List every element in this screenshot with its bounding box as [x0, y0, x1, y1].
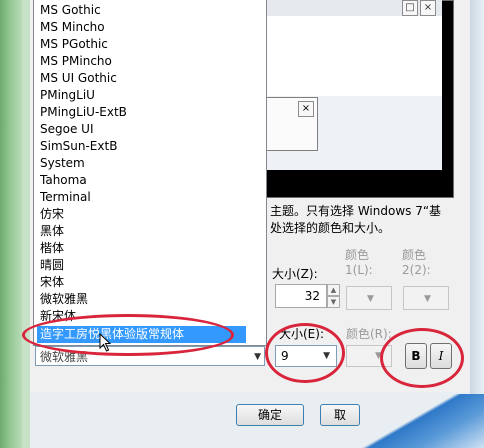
font-option[interactable]: 晴圆 [40, 257, 64, 274]
font-option[interactable]: MS UI Gothic [40, 70, 117, 87]
color1-sublabel: 1(L): [345, 263, 373, 277]
font-option[interactable]: 宋体 [40, 274, 64, 291]
item-size-label: 大小(Z): [272, 267, 318, 281]
font-option[interactable]: 新宋体 [40, 308, 76, 325]
font-option-selected[interactable]: 造字工房悦黑体验版常规体 [37, 326, 246, 343]
color2-sublabel: 2(2): [402, 263, 431, 277]
font-option[interactable]: Segoe UI [40, 121, 93, 138]
font-option[interactable]: 微软雅黑 [40, 291, 88, 308]
preview-window-titlebar: □ × [262, 0, 442, 17]
font-option[interactable]: MS PMincho [40, 53, 112, 70]
cancel-button[interactable]: 取 [320, 404, 360, 426]
mouse-cursor-icon [99, 333, 112, 352]
font-option[interactable]: 楷体 [40, 240, 64, 257]
bold-button[interactable]: B [405, 343, 427, 369]
font-color-label: 颜色(R): [346, 327, 392, 341]
color2-label: 颜色 [402, 248, 427, 262]
font-option[interactable]: Tahoma [40, 172, 87, 189]
font-option[interactable]: MS Gothic [40, 2, 101, 19]
font-option[interactable]: MS Mincho [40, 19, 105, 36]
background-window-edge [0, 0, 22, 448]
font-size-label: 大小(E): [279, 327, 324, 341]
chevron-down-icon: ▼ [424, 294, 431, 304]
description-line-2: 处选择的颜色和大小。 [270, 221, 391, 235]
chevron-down-icon: ▼ [367, 294, 374, 304]
font-size-value: 9 [281, 349, 289, 363]
italic-button[interactable]: I [430, 343, 452, 369]
font-option[interactable]: 仿宋 [40, 206, 64, 223]
font-option[interactable]: PMingLiU-ExtB [40, 104, 127, 121]
item-size-input[interactable]: 32 [275, 284, 327, 308]
font-option[interactable]: MS PGothic [40, 36, 108, 53]
theme-description: 主题。只有选择 Windows 7“基 处选择的颜色和大小。 [270, 203, 460, 237]
font-combobox[interactable]: 微软雅黑 ▼ [35, 346, 265, 366]
item-size-value: 32 [304, 289, 320, 303]
description-line-1: 主题。只有选择 Windows 7“基 [270, 204, 442, 218]
color1-label: 颜色 [345, 248, 370, 262]
taskbar-corner [355, 394, 484, 448]
font-option[interactable]: Terminal [40, 189, 91, 206]
font-combobox-value: 微软雅黑 [40, 350, 89, 364]
chevron-down-icon: ▼ [323, 351, 330, 361]
preview-restore-icon: □ [402, 0, 418, 16]
font-size-select[interactable]: 9 ▼ [275, 345, 337, 367]
dialog-right-frame [470, 0, 484, 448]
item-size-down-icon[interactable]: ▼ [327, 296, 340, 308]
background-window-border [22, 0, 30, 448]
preview-window-body [262, 16, 442, 96]
font-option[interactable]: PMingLiU [40, 87, 95, 104]
font-dropdown-list[interactable]: MS Gothic MS Mincho MS PGothic MS PMinch… [33, 0, 267, 346]
color1-picker[interactable]: ▼ [346, 286, 392, 310]
preview-message-close-icon: × [298, 101, 314, 117]
preview-message-box: × [262, 97, 318, 151]
preview-close-icon: × [420, 0, 436, 16]
chevron-down-icon: ▼ [254, 352, 261, 362]
ok-button[interactable]: 确定 [236, 404, 304, 426]
item-size-up-icon[interactable]: ▲ [327, 284, 340, 296]
color2-picker[interactable]: ▼ [403, 286, 449, 310]
font-option[interactable]: SimSun-ExtB [40, 138, 117, 155]
font-color-picker[interactable]: ▼ [346, 345, 392, 367]
chevron-down-icon: ▼ [375, 351, 382, 361]
font-option[interactable]: System [40, 155, 85, 172]
font-option[interactable]: 黑体 [40, 223, 64, 240]
